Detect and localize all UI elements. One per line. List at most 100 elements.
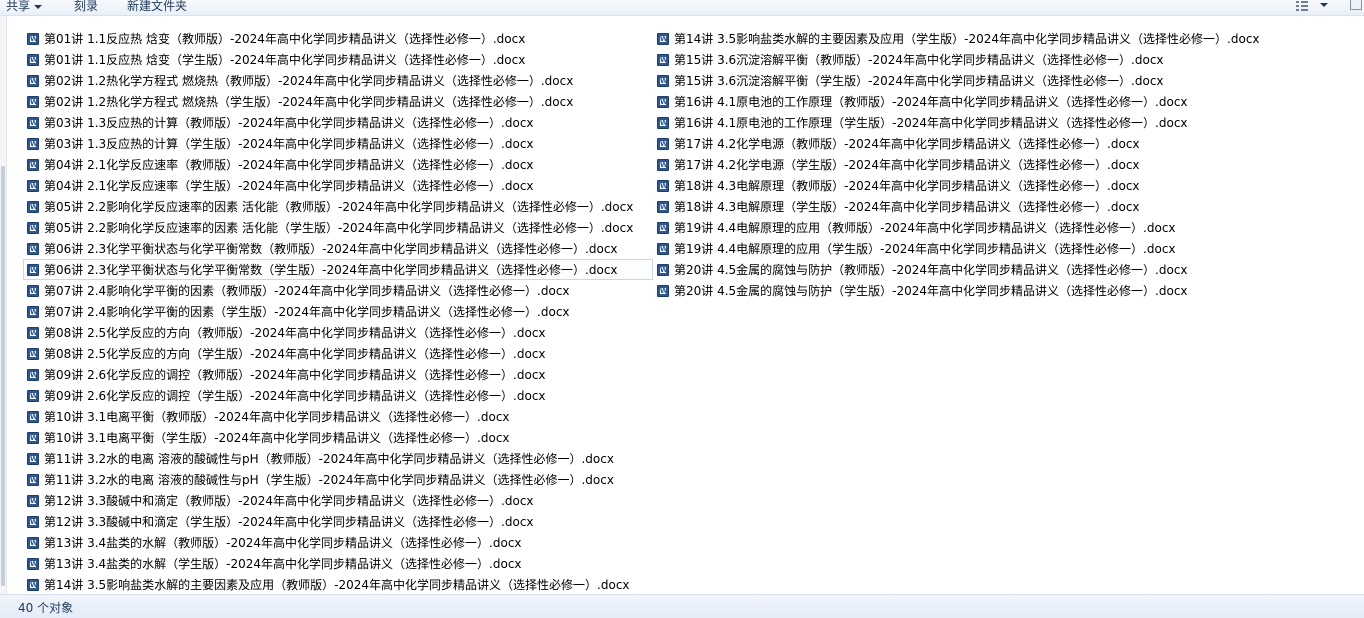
file-item[interactable]: 第10讲 3.1电离平衡（学生版）-2024年高中化学同步精品讲义（选择性必修一… [23,427,653,448]
view-toggle-icon[interactable] [1296,1,1308,11]
file-item[interactable]: 第03讲 1.3反应热的计算（教师版）-2024年高中化学同步精品讲义（选择性必… [23,112,653,133]
file-item[interactable]: 第15讲 3.6沉淀溶解平衡（教师版）-2024年高中化学同步精品讲义（选择性必… [653,49,1353,70]
file-name: 第16讲 4.1原电池的工作原理（教师版）-2024年高中化学同步精品讲义（选择… [674,95,1188,109]
burn-button[interactable]: 刻录 [74,0,98,14]
word-document-icon [657,201,669,213]
file-name: 第03讲 1.3反应热的计算（教师版）-2024年高中化学同步精品讲义（选择性必… [44,116,534,130]
file-item[interactable]: 第16讲 4.1原电池的工作原理（教师版）-2024年高中化学同步精品讲义（选择… [653,91,1353,112]
file-name: 第01讲 1.1反应热 焓变（学生版）-2024年高中化学同步精品讲义（选择性必… [44,53,526,67]
file-name: 第04讲 2.1化学反应速率（教师版）-2024年高中化学同步精品讲义（选择性必… [44,158,534,172]
file-item[interactable]: 第02讲 1.2热化学方程式 燃烧热（教师版）-2024年高中化学同步精品讲义（… [23,70,653,91]
file-name: 第09讲 2.6化学反应的调控（教师版）-2024年高中化学同步精品讲义（选择性… [44,368,546,382]
file-item[interactable]: 第17讲 4.2化学电源（学生版）-2024年高中化学同步精品讲义（选择性必修一… [653,154,1353,175]
word-document-icon [27,369,39,381]
file-item[interactable]: 第06讲 2.3化学平衡状态与化学平衡常数（学生版）-2024年高中化学同步精品… [23,259,653,280]
file-item[interactable]: 第19讲 4.4电解原理的应用（学生版）-2024年高中化学同步精品讲义（选择性… [653,238,1353,259]
word-document-icon [27,180,39,192]
file-item[interactable]: 第17讲 4.2化学电源（教师版）-2024年高中化学同步精品讲义（选择性必修一… [653,133,1353,154]
command-bar: 共享 刻录 新建文件夹 [0,0,1364,16]
file-item[interactable]: 第14讲 3.5影响盐类水解的主要因素及应用（学生版）-2024年高中化学同步精… [653,28,1353,49]
file-item[interactable]: 第07讲 2.4影响化学平衡的因素（教师版）-2024年高中化学同步精品讲义（选… [23,280,653,301]
file-name: 第12讲 3.3酸碱中和滴定（教师版）-2024年高中化学同步精品讲义（选择性必… [44,494,534,508]
word-document-icon [27,75,39,87]
share-button[interactable]: 共享 [6,0,43,14]
file-item[interactable]: 第11讲 3.2水的电离 溶液的酸碱性与pH（教师版）-2024年高中化学同步精… [23,448,653,469]
file-item[interactable]: 第12讲 3.3酸碱中和滴定（学生版）-2024年高中化学同步精品讲义（选择性必… [23,511,653,532]
file-name: 第09讲 2.6化学反应的调控（学生版）-2024年高中化学同步精品讲义（选择性… [44,389,546,403]
file-name: 第05讲 2.2影响化学反应速率的因素 活化能（学生版）-2024年高中化学同步… [44,221,634,235]
word-document-icon [657,33,669,45]
file-name: 第20讲 4.5金属的腐蚀与防护（教师版）-2024年高中化学同步精品讲义（选择… [674,263,1188,277]
word-document-icon [27,201,39,213]
object-count: 40 个对象 [18,601,74,615]
file-name: 第19讲 4.4电解原理的应用（教师版）-2024年高中化学同步精品讲义（选择性… [674,221,1176,235]
word-document-icon [27,54,39,66]
file-item[interactable]: 第13讲 3.4盐类的水解（教师版）-2024年高中化学同步精品讲义（选择性必修… [23,532,653,553]
file-name: 第03讲 1.3反应热的计算（学生版）-2024年高中化学同步精品讲义（选择性必… [44,137,534,151]
word-document-icon [657,117,669,129]
file-item[interactable]: 第14讲 3.5影响盐类水解的主要因素及应用（教师版）-2024年高中化学同步精… [23,574,653,595]
chevron-down-icon [34,4,43,9]
file-item[interactable]: 第08讲 2.5化学反应的方向（学生版）-2024年高中化学同步精品讲义（选择性… [23,343,653,364]
word-document-icon [27,516,39,528]
file-item[interactable]: 第04讲 2.1化学反应速率（教师版）-2024年高中化学同步精品讲义（选择性必… [23,154,653,175]
word-document-icon [27,558,39,570]
word-document-icon [27,285,39,297]
file-name: 第16讲 4.1原电池的工作原理（学生版）-2024年高中化学同步精品讲义（选择… [674,116,1188,130]
file-item[interactable]: 第07讲 2.4影响化学平衡的因素（学生版）-2024年高中化学同步精品讲义（选… [23,301,653,322]
file-name: 第10讲 3.1电离平衡（教师版）-2024年高中化学同步精品讲义（选择性必修一… [44,410,510,424]
word-document-icon [27,495,39,507]
file-item[interactable]: 第09讲 2.6化学反应的调控（教师版）-2024年高中化学同步精品讲义（选择性… [23,364,653,385]
word-document-icon [27,159,39,171]
new-folder-label: 新建文件夹 [127,0,188,13]
word-document-icon [27,579,39,591]
file-item[interactable]: 第01讲 1.1反应热 焓变（学生版）-2024年高中化学同步精品讲义（选择性必… [23,49,653,70]
word-document-icon [27,264,39,276]
file-item[interactable]: 第19讲 4.4电解原理的应用（教师版）-2024年高中化学同步精品讲义（选择性… [653,217,1353,238]
file-item[interactable]: 第18讲 4.3电解原理（教师版）-2024年高中化学同步精品讲义（选择性必修一… [653,175,1353,196]
file-item[interactable]: 第05讲 2.2影响化学反应速率的因素 活化能（教师版）-2024年高中化学同步… [23,196,653,217]
file-column-left: 第01讲 1.1反应热 焓变（教师版）-2024年高中化学同步精品讲义（选择性必… [23,28,653,595]
file-name: 第01讲 1.1反应热 焓变（教师版）-2024年高中化学同步精品讲义（选择性必… [44,32,526,46]
word-document-icon [657,243,669,255]
file-item[interactable]: 第12讲 3.3酸碱中和滴定（教师版）-2024年高中化学同步精品讲义（选择性必… [23,490,653,511]
file-item[interactable]: 第16讲 4.1原电池的工作原理（学生版）-2024年高中化学同步精品讲义（选择… [653,112,1353,133]
word-document-icon [27,243,39,255]
file-item[interactable]: 第20讲 4.5金属的腐蚀与防护（教师版）-2024年高中化学同步精品讲义（选择… [653,259,1353,280]
file-name: 第07讲 2.4影响化学平衡的因素（教师版）-2024年高中化学同步精品讲义（选… [44,284,570,298]
file-name: 第10讲 3.1电离平衡（学生版）-2024年高中化学同步精品讲义（选择性必修一… [44,431,510,445]
word-document-icon [27,348,39,360]
word-document-icon [27,474,39,486]
view-options-chevron-icon[interactable] [1320,3,1328,7]
word-document-icon [27,222,39,234]
word-document-icon [27,390,39,402]
preview-pane-icon[interactable] [1350,0,1362,10]
file-name: 第07讲 2.4影响化学平衡的因素（学生版）-2024年高中化学同步精品讲义（选… [44,305,570,319]
file-name: 第15讲 3.6沉淀溶解平衡（教师版）-2024年高中化学同步精品讲义（选择性必… [674,53,1164,67]
file-list-view[interactable]: 第01讲 1.1反应热 焓变（教师版）-2024年高中化学同步精品讲义（选择性必… [7,16,1364,594]
file-item[interactable]: 第06讲 2.3化学平衡状态与化学平衡常数（教师版）-2024年高中化学同步精品… [23,238,653,259]
file-item[interactable]: 第09讲 2.6化学反应的调控（学生版）-2024年高中化学同步精品讲义（选择性… [23,385,653,406]
word-document-icon [657,54,669,66]
word-document-icon [657,285,669,297]
file-item[interactable]: 第15讲 3.6沉淀溶解平衡（学生版）-2024年高中化学同步精品讲义（选择性必… [653,70,1353,91]
file-item[interactable]: 第20讲 4.5金属的腐蚀与防护（学生版）-2024年高中化学同步精品讲义（选择… [653,280,1353,301]
file-name: 第05讲 2.2影响化学反应速率的因素 活化能（教师版）-2024年高中化学同步… [44,200,634,214]
new-folder-button[interactable]: 新建文件夹 [127,0,187,14]
file-item[interactable]: 第03讲 1.3反应热的计算（学生版）-2024年高中化学同步精品讲义（选择性必… [23,133,653,154]
file-name: 第13讲 3.4盐类的水解（教师版）-2024年高中化学同步精品讲义（选择性必修… [44,536,522,550]
file-item[interactable]: 第13讲 3.4盐类的水解（学生版）-2024年高中化学同步精品讲义（选择性必修… [23,553,653,574]
file-item[interactable]: 第18讲 4.3电解原理（学生版）-2024年高中化学同步精品讲义（选择性必修一… [653,196,1353,217]
scrollbar-thumb[interactable] [1,166,5,586]
status-bar: 40 个对象 [0,594,1364,618]
word-document-icon [657,75,669,87]
file-name: 第08讲 2.5化学反应的方向（学生版）-2024年高中化学同步精品讲义（选择性… [44,347,546,361]
file-item[interactable]: 第11讲 3.2水的电离 溶液的酸碱性与pH（学生版）-2024年高中化学同步精… [23,469,653,490]
file-item[interactable]: 第05讲 2.2影响化学反应速率的因素 活化能（学生版）-2024年高中化学同步… [23,217,653,238]
file-item[interactable]: 第02讲 1.2热化学方程式 燃烧热（学生版）-2024年高中化学同步精品讲义（… [23,91,653,112]
file-item[interactable]: 第04讲 2.1化学反应速率（学生版）-2024年高中化学同步精品讲义（选择性必… [23,175,653,196]
file-item[interactable]: 第01讲 1.1反应热 焓变（教师版）-2024年高中化学同步精品讲义（选择性必… [23,28,653,49]
file-item[interactable]: 第10讲 3.1电离平衡（教师版）-2024年高中化学同步精品讲义（选择性必修一… [23,406,653,427]
file-item[interactable]: 第08讲 2.5化学反应的方向（教师版）-2024年高中化学同步精品讲义（选择性… [23,322,653,343]
navigation-pane-scrollbar[interactable] [0,16,7,594]
